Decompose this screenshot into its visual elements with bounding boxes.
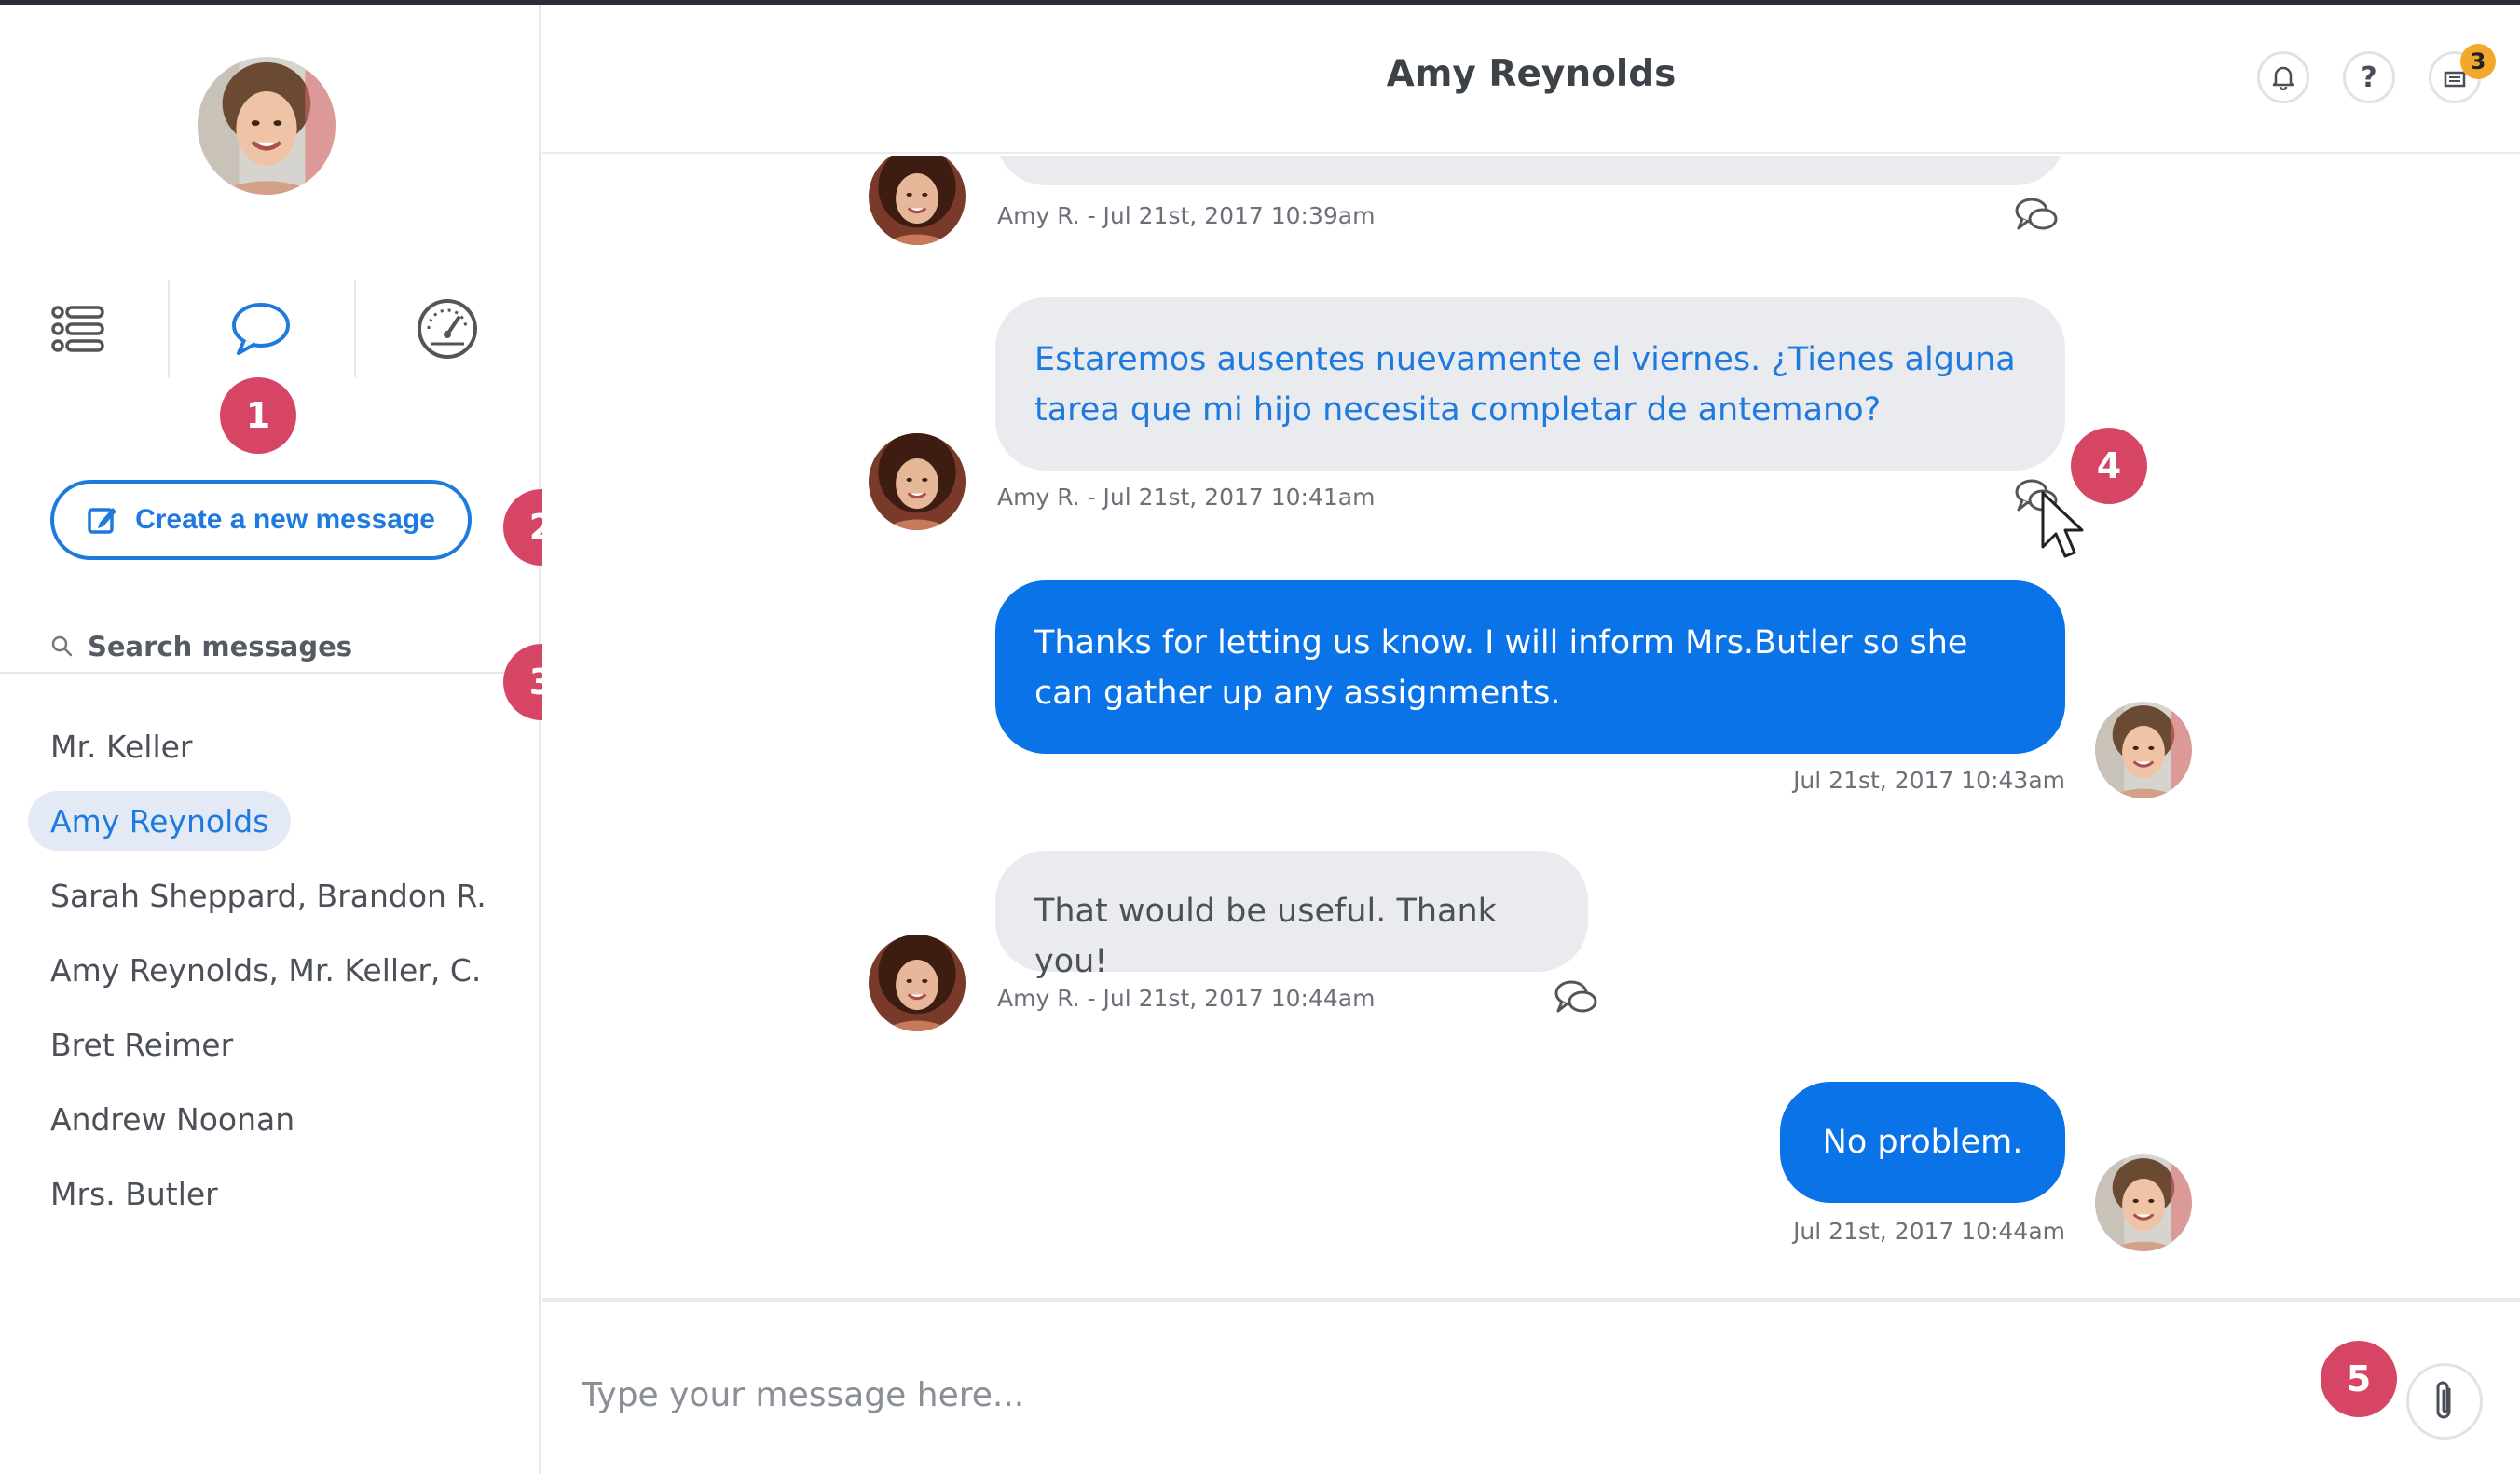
callout-badge: 5: [2321, 1341, 2397, 1417]
conversation-item[interactable]: Sarah Sheppard, Brandon R.: [28, 866, 509, 925]
list-icon[interactable]: [41, 293, 116, 364]
help-label: ?: [2361, 61, 2377, 94]
notification-count-badge: 3: [2460, 44, 2496, 79]
contact-avatar: [869, 156, 966, 245]
conversation-header: Amy Reynolds ? 3: [542, 5, 2520, 154]
conversation-item[interactable]: Bret Reimer: [28, 1015, 255, 1074]
message-composer: 5: [542, 1298, 2520, 1474]
message-bubble-outgoing: Thanks for letting us know. I will infor…: [995, 580, 2065, 754]
create-message-button[interactable]: Create a new message: [50, 480, 472, 560]
search-placeholder: Search messages: [88, 631, 353, 662]
message-meta: Amy R. - Jul 21st, 2017 10:44am: [997, 985, 1376, 1012]
message-meta: Amy R. - Jul 21st, 2017 10:41am: [997, 484, 1376, 511]
message-bubble-incoming: Estaremos ausentes nuevamente el viernes…: [995, 297, 2065, 471]
edit-icon: [88, 508, 117, 534]
create-message-label: Create a new message: [135, 504, 435, 535]
contact-avatar: [869, 433, 966, 530]
nav-divider: [354, 280, 356, 377]
conversation-item-active[interactable]: Amy Reynolds: [28, 791, 292, 851]
search-underline: [0, 672, 541, 674]
user-avatar[interactable]: [198, 57, 336, 195]
user-avatar: [2095, 702, 2192, 798]
message-input[interactable]: [582, 1367, 2259, 1423]
conversation-panel: Amy Reynolds ? 3 Amy R. - Jul 21st, 2017…: [542, 5, 2520, 1474]
message-bubble-outgoing: No problem.: [1780, 1082, 2065, 1203]
bell-icon[interactable]: [2257, 51, 2309, 103]
conversation-item[interactable]: Amy Reynolds, Mr. Keller, C.: [28, 940, 503, 1000]
sidebar-nav: [0, 280, 541, 377]
user-avatar: [2095, 1154, 2192, 1251]
chat-bubble-icon[interactable]: [224, 293, 298, 364]
app-window: 1 Create a new message 2 Search messages…: [0, 5, 2520, 1474]
message-meta: Amy R. - Jul 21st, 2017 10:39am: [997, 202, 1376, 229]
search-messages-input[interactable]: Search messages: [50, 623, 526, 670]
conversation-item[interactable]: Andrew Noonan: [28, 1089, 317, 1149]
conversation-list: Mr. Keller Amy Reynolds Sarah Sheppard, …: [28, 717, 531, 1238]
message-meta: Jul 21st, 2017 10:44am: [1793, 1218, 2065, 1245]
callout-badge: 1: [220, 377, 296, 454]
nav-divider: [168, 280, 170, 377]
reply-thread-icon[interactable]: [1553, 977, 1599, 1018]
cursor-pointer-icon: [2041, 491, 2084, 558]
message-bubble-incoming: That would be useful. Thank you!: [995, 851, 1588, 980]
contact-avatar: [869, 935, 966, 1031]
conversation-item[interactable]: Mr. Keller: [28, 717, 215, 776]
conversation-item[interactable]: Mrs. Butler: [28, 1164, 240, 1223]
help-icon[interactable]: ?: [2343, 51, 2395, 103]
sidebar: 1 Create a new message 2 Search messages…: [0, 5, 580, 1474]
message-bubble-incoming: [995, 156, 2065, 185]
message-thread: Amy R. - Jul 21st, 2017 10:39am Estaremo…: [542, 156, 2520, 1298]
search-icon: [51, 635, 73, 657]
conversation-title: Amy Reynolds: [1386, 53, 1677, 95]
reply-thread-icon[interactable]: [2013, 195, 2060, 236]
dashboard-gauge-icon[interactable]: [410, 293, 485, 364]
paperclip-icon[interactable]: [2406, 1363, 2483, 1440]
message-meta: Jul 21st, 2017 10:43am: [1793, 767, 2065, 794]
